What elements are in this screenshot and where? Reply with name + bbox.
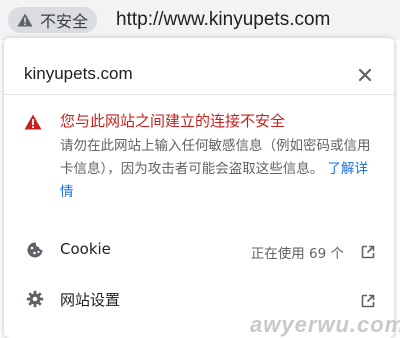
- security-headline: 您与此网站之间建立的连接不安全: [60, 112, 286, 130]
- security-description: 请勿在此网站上输入任何敏感信息（例如密码或信用卡信息），因为攻击者可能会盗取这些…: [60, 135, 380, 204]
- cookie-icon: [26, 241, 44, 263]
- divider: [4, 94, 394, 95]
- security-description-text: 请勿在此网站上输入任何敏感信息（例如密码或信用卡信息），因为攻击者可能会盗取这些…: [60, 138, 371, 177]
- close-icon[interactable]: [356, 66, 374, 84]
- site-info-popup: kinyupets.com 您与此网站之间建立的连接不安全 请勿在此网站上输入任…: [4, 38, 394, 338]
- site-settings-label: 网站设置: [60, 291, 121, 309]
- security-chip-label: 不安全: [40, 12, 89, 31]
- open-external-icon[interactable]: [361, 244, 375, 263]
- cookie-label: Cookie: [60, 240, 111, 258]
- warning-triangle-icon: [17, 13, 33, 27]
- open-external-icon[interactable]: [361, 293, 375, 312]
- gear-icon: [26, 290, 44, 312]
- warning-triangle-icon: [24, 114, 42, 134]
- popup-site-title: kinyupets.com: [24, 64, 133, 83]
- cookie-row[interactable]: Cookie 正在使用 69 个: [4, 228, 394, 274]
- security-chip[interactable]: 不安全: [8, 7, 98, 33]
- watermark: awyerwu.com: [250, 312, 400, 337]
- cookie-count: 正在使用 69 个: [250, 246, 344, 262]
- omnibox: 不安全 http://www.kinyupets.com: [0, 0, 400, 40]
- url-text[interactable]: http://www.kinyupets.com: [116, 9, 330, 31]
